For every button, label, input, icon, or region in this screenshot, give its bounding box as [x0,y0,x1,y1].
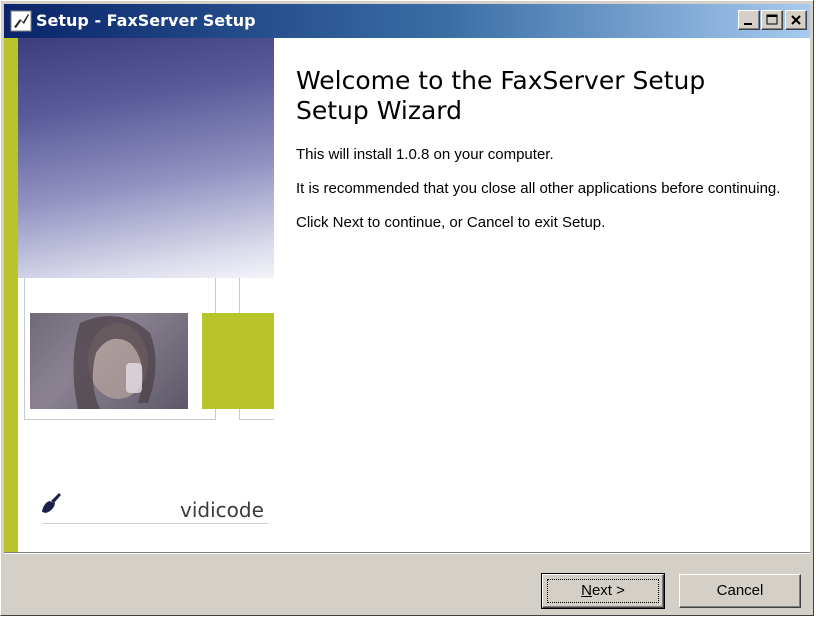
installer-app-icon [10,10,32,32]
woman-photo-image [30,313,188,409]
accent-stripe [4,38,18,552]
vidicode-logo-icon [40,492,64,514]
title-bar[interactable]: Setup - FaxServer Setup [4,4,810,38]
close-icon [791,15,801,25]
wizard-side-image: vidicode [4,38,274,552]
next-mnemonic: N [581,582,592,599]
maximize-icon [766,14,778,25]
instruction-text: Click Next to continue, or Cancel to exi… [296,214,606,231]
next-button[interactable]: Next > [541,573,665,609]
next-button-label: Next > [581,582,625,599]
recommendation-text: It is recommended that you close all oth… [296,180,781,197]
brand-name: vidicode [180,498,264,522]
minimize-icon [744,23,752,25]
wizard-content: vidicode Welcome to the FaxServer Setup … [4,38,810,552]
accent-square [202,313,274,409]
setup-window: Setup - FaxServer Setup vidicode Welcome… [0,0,814,616]
maximize-button[interactable] [761,10,783,30]
button-bar-separator [4,552,810,554]
window-title: Setup - FaxServer Setup [36,11,256,30]
page-title: Welcome to the FaxServer Setup Setup Wiz… [296,66,706,125]
next-label-rest: ext > [591,582,625,599]
close-button[interactable] [785,10,807,30]
cancel-button[interactable]: Cancel [679,574,801,608]
brand-underline [42,523,268,524]
install-info-text: This will install 1.0.8 on your computer… [296,146,554,163]
minimize-button[interactable] [738,10,760,30]
side-gradient [18,38,274,278]
welcome-panel: Welcome to the FaxServer Setup Setup Wiz… [296,66,796,248]
